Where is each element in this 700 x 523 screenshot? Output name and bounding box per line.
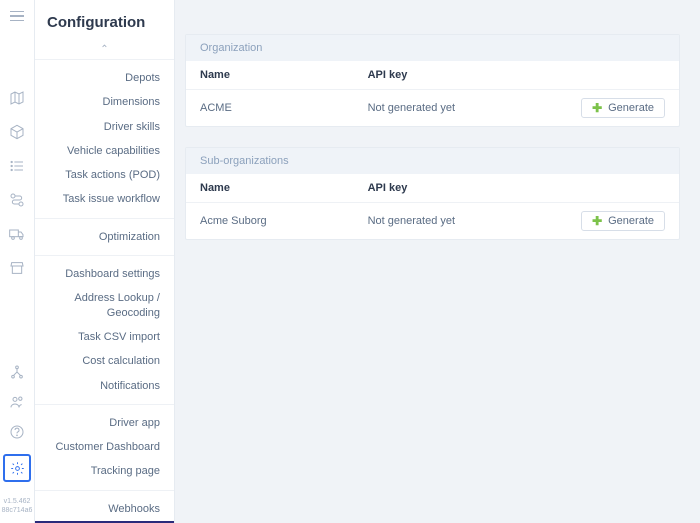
nav-rail: v1.5.462 88c714a6 [0, 0, 35, 523]
table-row: Acme Suborg Not generated yet ✚ Generate [186, 203, 679, 240]
organization-panel: Organization Name API key ACME Not gener… [185, 34, 680, 127]
plus-icon: ✚ [592, 102, 602, 114]
sidebar-item-task-issue-workflow[interactable]: Task issue workflow [35, 187, 174, 211]
org-key-cell: Not generated yet [354, 90, 531, 127]
sidebar-item-webhooks[interactable]: Webhooks [35, 497, 174, 521]
help-icon[interactable] [9, 424, 25, 440]
version-label: v1.5.462 88c714a6 [2, 496, 33, 517]
settings-icon[interactable] [3, 454, 31, 482]
config-sidebar: Configuration ⌃ Depots Dimensions Driver… [35, 0, 175, 523]
sidebar-item-task-actions-pod[interactable]: Task actions (POD) [35, 163, 174, 187]
map-icon[interactable] [9, 90, 25, 106]
org-col-key: API key [354, 61, 531, 90]
suborgs-panel: Sub-organizations Name API key Acme Subo… [185, 147, 680, 240]
org-name-cell: ACME [186, 90, 354, 127]
organization-panel-title: Organization [186, 35, 679, 61]
suborgs-panel-title: Sub-organizations [186, 148, 679, 174]
sidebar-item-address-lookup[interactable]: Address Lookup / Geocoding [35, 286, 174, 325]
generate-button-label: Generate [608, 215, 654, 227]
sidebar-item-depots[interactable]: Depots [35, 66, 174, 90]
org-icon[interactable] [9, 364, 25, 380]
generate-button[interactable]: ✚ Generate [581, 98, 665, 118]
sidebar-item-cost-calculation[interactable]: Cost calculation [35, 349, 174, 373]
store-icon[interactable] [9, 260, 25, 276]
list-icon[interactable] [9, 158, 25, 174]
users-icon[interactable] [9, 394, 25, 410]
page-title: Configuration [47, 14, 145, 31]
sidebar-item-optimization[interactable]: Optimization [35, 225, 174, 249]
table-row: ACME Not generated yet ✚ Generate [186, 90, 679, 127]
org-col-name: Name [186, 61, 354, 90]
suborg-col-key: API key [354, 174, 531, 203]
main-content: Organization Name API key ACME Not gener… [175, 0, 700, 523]
sidebar-item-tracking-page[interactable]: Tracking page [35, 459, 174, 483]
menu-icon[interactable] [9, 8, 25, 24]
generate-button-label: Generate [608, 102, 654, 114]
sidebar-item-dimensions[interactable]: Dimensions [35, 90, 174, 114]
suborg-col-name: Name [186, 174, 354, 203]
sidebar-item-customer-dashboard[interactable]: Customer Dashboard [35, 435, 174, 459]
sidebar-item-dashboard-settings[interactable]: Dashboard settings [35, 262, 174, 286]
plus-icon: ✚ [592, 215, 602, 227]
suborg-name-cell: Acme Suborg [186, 203, 354, 240]
sidebar-item-driver-app[interactable]: Driver app [35, 411, 174, 435]
sidebar-item-vehicle-capabilities[interactable]: Vehicle capabilities [35, 139, 174, 163]
package-icon[interactable] [9, 124, 25, 140]
generate-button[interactable]: ✚ Generate [581, 211, 665, 231]
sidebar-item-task-csv-import[interactable]: Task CSV import [35, 325, 174, 349]
chevron-up-icon[interactable]: ⌃ [35, 40, 174, 59]
suborg-key-cell: Not generated yet [354, 203, 531, 240]
truck-icon[interactable] [9, 226, 25, 242]
route-icon[interactable] [9, 192, 25, 208]
sidebar-item-driver-skills[interactable]: Driver skills [35, 115, 174, 139]
sidebar-item-notifications[interactable]: Notifications [35, 374, 174, 398]
